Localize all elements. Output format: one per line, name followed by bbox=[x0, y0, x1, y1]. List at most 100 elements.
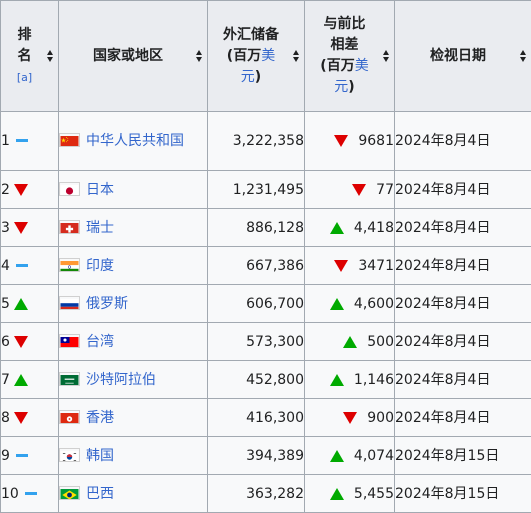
table-row: 7沙特阿拉伯452,8001,1462024年8月4日 bbox=[1, 361, 531, 399]
rank-down-icon bbox=[14, 336, 28, 348]
russia-flag-icon bbox=[59, 296, 80, 310]
rank-note-link[interactable]: [a] bbox=[17, 71, 32, 84]
country-link[interactable]: 瑞士 bbox=[86, 220, 114, 236]
switzerland-flag-icon bbox=[59, 220, 80, 234]
rank-up-icon bbox=[14, 374, 28, 386]
country-link[interactable]: 中华人民共和国 bbox=[86, 133, 184, 149]
hong-kong-flag-icon bbox=[59, 410, 80, 424]
reserves-cell: 667,386 bbox=[208, 247, 305, 285]
rank-number: 4 bbox=[1, 258, 10, 274]
country-link[interactable]: 韩国 bbox=[86, 448, 114, 464]
country-cell: 俄罗斯 bbox=[59, 285, 208, 323]
rank-cell: 8 bbox=[1, 399, 59, 437]
reserves-cell: 394,389 bbox=[208, 437, 305, 475]
saudi-arabia-flag-icon bbox=[59, 372, 80, 386]
rank-header[interactable]: 排 名 [a] bbox=[1, 1, 59, 112]
delta-cell: 4,074 bbox=[305, 437, 395, 475]
reserves-cell: 606,700 bbox=[208, 285, 305, 323]
diff-header[interactable]: 与前比 相差 (百万美 元) bbox=[305, 1, 395, 112]
china-flag-icon bbox=[59, 133, 80, 147]
date-header-label: 检视日期 bbox=[430, 46, 486, 67]
table-row: 1中华人民共和国3,222,35896812024年8月4日 bbox=[1, 112, 531, 171]
country-link[interactable]: 香港 bbox=[86, 410, 114, 426]
delta-value: 9681 bbox=[358, 133, 394, 149]
taiwan-flag-icon bbox=[59, 334, 80, 348]
usd-link[interactable]: 美 bbox=[261, 48, 275, 64]
delta-cell: 9681 bbox=[305, 112, 395, 171]
rank-unchanged-icon bbox=[25, 492, 37, 495]
delta-decrease-icon bbox=[334, 135, 348, 147]
rank-down-icon bbox=[14, 222, 28, 234]
country-link[interactable]: 台湾 bbox=[86, 334, 114, 350]
diff-header-label-1: 与前比 bbox=[320, 14, 368, 35]
date-cell: 2024年8月15日 bbox=[395, 475, 531, 513]
date-cell: 2024年8月4日 bbox=[395, 209, 531, 247]
delta-value: 5,455 bbox=[354, 486, 394, 502]
country-cell: 中华人民共和国 bbox=[59, 112, 208, 171]
rank-number: 7 bbox=[1, 372, 10, 388]
usd-link-2[interactable]: 元 bbox=[334, 79, 348, 95]
brazil-flag-icon bbox=[59, 486, 80, 500]
delta-cell: 900 bbox=[305, 399, 395, 437]
rank-cell: 3 bbox=[1, 209, 59, 247]
rank-number: 6 bbox=[1, 334, 10, 350]
delta-value: 1,146 bbox=[354, 372, 394, 388]
rank-cell: 10 bbox=[1, 475, 59, 513]
forex-reserves-table: 排 名 [a] 国家或地区 外汇储备 (百万美 bbox=[0, 0, 531, 513]
delta-value: 77 bbox=[376, 182, 394, 198]
usd-link-2[interactable]: 元 bbox=[241, 69, 255, 85]
header-row: 排 名 [a] 国家或地区 外汇储备 (百万美 bbox=[1, 1, 531, 112]
country-link[interactable]: 印度 bbox=[86, 258, 114, 274]
rank-cell: 9 bbox=[1, 437, 59, 475]
reserves-cell: 363,282 bbox=[208, 475, 305, 513]
country-link[interactable]: 日本 bbox=[86, 182, 114, 198]
table-row: 3瑞士886,1284,4182024年8月4日 bbox=[1, 209, 531, 247]
delta-cell: 3471 bbox=[305, 247, 395, 285]
table-row: 6台湾573,3005002024年8月4日 bbox=[1, 323, 531, 361]
rank-up-icon bbox=[14, 298, 28, 310]
rank-number: 5 bbox=[1, 296, 10, 312]
reserves-header[interactable]: 外汇储备 (百万美 元) bbox=[208, 1, 305, 112]
delta-decrease-icon bbox=[334, 260, 348, 272]
delta-decrease-icon bbox=[343, 412, 357, 424]
reserves-cell: 573,300 bbox=[208, 323, 305, 361]
delta-increase-icon bbox=[330, 298, 344, 310]
sort-icon[interactable] bbox=[196, 48, 203, 64]
reserves-cell: 416,300 bbox=[208, 399, 305, 437]
date-cell: 2024年8月4日 bbox=[395, 112, 531, 171]
usd-link[interactable]: 美 bbox=[355, 58, 369, 74]
country-cell: 韩国 bbox=[59, 437, 208, 475]
country-header-label: 国家或地区 bbox=[93, 46, 163, 67]
delta-increase-icon bbox=[343, 336, 357, 348]
delta-value: 500 bbox=[367, 334, 394, 350]
rank-cell: 1 bbox=[1, 112, 59, 171]
sort-icon[interactable] bbox=[47, 48, 54, 64]
date-cell: 2024年8月15日 bbox=[395, 437, 531, 475]
country-link[interactable]: 沙特阿拉伯 bbox=[86, 372, 156, 388]
sort-icon[interactable] bbox=[293, 48, 300, 64]
country-cell: 香港 bbox=[59, 399, 208, 437]
date-cell: 2024年8月4日 bbox=[395, 361, 531, 399]
sort-icon[interactable] bbox=[520, 48, 527, 64]
rank-cell: 2 bbox=[1, 171, 59, 209]
delta-cell: 77 bbox=[305, 171, 395, 209]
japan-flag-icon bbox=[59, 182, 80, 196]
rank-number: 10 bbox=[1, 486, 19, 502]
country-link[interactable]: 巴西 bbox=[86, 486, 114, 502]
rank-unchanged-icon bbox=[16, 454, 28, 457]
rank-cell: 4 bbox=[1, 247, 59, 285]
rank-down-icon bbox=[14, 412, 28, 424]
country-header[interactable]: 国家或地区 bbox=[59, 1, 208, 112]
date-cell: 2024年8月4日 bbox=[395, 247, 531, 285]
date-header[interactable]: 检视日期 bbox=[395, 1, 531, 112]
reserves-cell: 1,231,495 bbox=[208, 171, 305, 209]
delta-cell: 4,418 bbox=[305, 209, 395, 247]
delta-value: 900 bbox=[367, 410, 394, 426]
sort-icon[interactable] bbox=[383, 48, 390, 64]
delta-increase-icon bbox=[330, 374, 344, 386]
delta-increase-icon bbox=[330, 450, 344, 462]
rank-unchanged-icon bbox=[16, 139, 28, 142]
country-link[interactable]: 俄罗斯 bbox=[86, 296, 128, 312]
country-cell: 日本 bbox=[59, 171, 208, 209]
rank-number: 1 bbox=[1, 133, 10, 149]
